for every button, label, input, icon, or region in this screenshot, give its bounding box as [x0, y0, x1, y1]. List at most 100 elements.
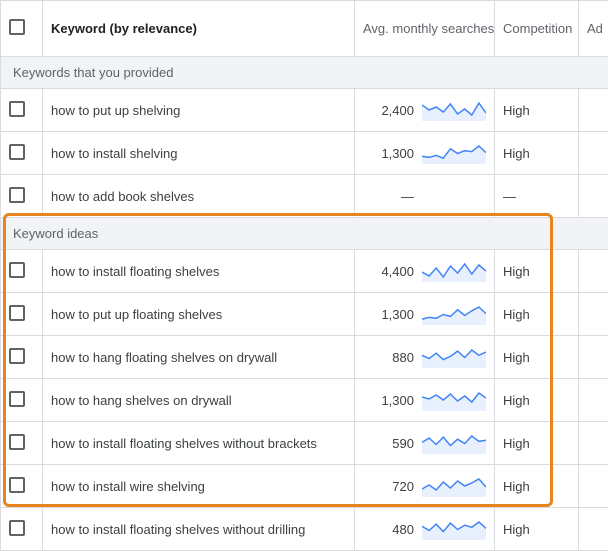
- keyword-cell[interactable]: how to install floating shelves without …: [43, 422, 355, 465]
- competition-cell: High: [495, 465, 579, 508]
- ad-cell: [579, 89, 608, 132]
- searches-cell: 4,400: [355, 250, 495, 293]
- table-row: how to hang floating shelves on drywall 8…: [1, 336, 608, 379]
- ad-cell: [579, 175, 608, 218]
- searches-cell: 2,400: [355, 89, 495, 132]
- search-count: 1,300: [380, 146, 414, 161]
- keyword-table: Keyword (by relevance) Avg. monthly sear…: [0, 0, 608, 551]
- searches-cell: 1,300: [355, 293, 495, 336]
- table-row: how to install shelving 1,300 High: [1, 132, 608, 175]
- row-checkbox-cell[interactable]: [1, 508, 43, 551]
- search-count: 1,300: [380, 393, 414, 408]
- sparkline-icon: [422, 475, 486, 497]
- searches-cell: 1,300: [355, 132, 495, 175]
- row-checkbox-cell[interactable]: [1, 336, 43, 379]
- checkbox-icon[interactable]: [9, 187, 25, 203]
- keyword-cell[interactable]: how to put up floating shelves: [43, 293, 355, 336]
- row-checkbox-cell[interactable]: [1, 422, 43, 465]
- checkbox-icon[interactable]: [9, 434, 25, 450]
- searches-cell: 590: [355, 422, 495, 465]
- ad-cell: [579, 379, 608, 422]
- checkbox-icon[interactable]: [9, 101, 25, 117]
- search-count: 2,400: [380, 103, 414, 118]
- row-checkbox-cell[interactable]: [1, 465, 43, 508]
- checkbox-icon[interactable]: [9, 144, 25, 160]
- table-row: how to install floating shelves without …: [1, 422, 608, 465]
- table-row: how to put up shelving 2,400 High: [1, 89, 608, 132]
- row-checkbox-cell[interactable]: [1, 379, 43, 422]
- keyword-cell[interactable]: how to hang shelves on drywall: [43, 379, 355, 422]
- ad-cell: [579, 132, 608, 175]
- ad-cell: [579, 422, 608, 465]
- section-header: Keywords that you provided: [1, 57, 608, 89]
- searches-cell: 880: [355, 336, 495, 379]
- search-count: 880: [380, 350, 414, 365]
- competition-cell: High: [495, 336, 579, 379]
- searches-cell: 720: [355, 465, 495, 508]
- checkbox-icon[interactable]: [9, 477, 25, 493]
- section-label: Keywords that you provided: [1, 57, 608, 89]
- row-checkbox-cell[interactable]: [1, 175, 43, 218]
- keyword-cell[interactable]: how to put up shelving: [43, 89, 355, 132]
- searches-cell: 1,300: [355, 379, 495, 422]
- table-row: how to install floating shelves without …: [1, 508, 608, 551]
- search-count: 720: [380, 479, 414, 494]
- sparkline-icon: [422, 518, 486, 540]
- competition-cell: High: [495, 293, 579, 336]
- sparkline-icon: [422, 185, 486, 207]
- sparkline-icon: [422, 346, 486, 368]
- competition-cell: High: [495, 89, 579, 132]
- competition-cell: —: [495, 175, 579, 218]
- column-competition[interactable]: Competition: [495, 1, 579, 57]
- search-count: 4,400: [380, 264, 414, 279]
- competition-cell: High: [495, 508, 579, 551]
- row-checkbox-cell[interactable]: [1, 132, 43, 175]
- keyword-cell[interactable]: how to hang floating shelves on drywall: [43, 336, 355, 379]
- keyword-cell[interactable]: how to install floating shelves: [43, 250, 355, 293]
- sparkline-icon: [422, 389, 486, 411]
- sparkline-icon: [422, 432, 486, 454]
- competition-cell: High: [495, 132, 579, 175]
- column-avg-searches[interactable]: Avg. monthly searches: [355, 1, 495, 57]
- searches-cell: —: [355, 175, 495, 218]
- keyword-cell[interactable]: how to install shelving: [43, 132, 355, 175]
- row-checkbox-cell[interactable]: [1, 293, 43, 336]
- checkbox-icon[interactable]: [9, 305, 25, 321]
- sparkline-icon: [422, 260, 486, 282]
- section-header: Keyword ideas: [1, 218, 608, 250]
- checkbox-icon[interactable]: [9, 520, 25, 536]
- table-row: how to put up floating shelves 1,300 High: [1, 293, 608, 336]
- row-checkbox-cell[interactable]: [1, 250, 43, 293]
- keyword-cell[interactable]: how to install floating shelves without …: [43, 508, 355, 551]
- table-header-row: Keyword (by relevance) Avg. monthly sear…: [1, 1, 608, 57]
- keyword-cell[interactable]: how to add book shelves: [43, 175, 355, 218]
- keyword-cell[interactable]: how to install wire shelving: [43, 465, 355, 508]
- search-count: 1,300: [380, 307, 414, 322]
- sparkline-icon: [422, 99, 486, 121]
- search-count: 480: [380, 522, 414, 537]
- competition-cell: High: [495, 250, 579, 293]
- sparkline-icon: [422, 303, 486, 325]
- ad-cell: [579, 336, 608, 379]
- search-count: 590: [380, 436, 414, 451]
- competition-cell: High: [495, 379, 579, 422]
- checkbox-icon[interactable]: [9, 348, 25, 364]
- competition-cell: High: [495, 422, 579, 465]
- checkbox-icon[interactable]: [9, 391, 25, 407]
- ad-cell: [579, 508, 608, 551]
- section-label: Keyword ideas: [1, 218, 608, 250]
- table-row: how to install wire shelving 720 High: [1, 465, 608, 508]
- row-checkbox-cell[interactable]: [1, 89, 43, 132]
- searches-cell: 480: [355, 508, 495, 551]
- select-all-cell[interactable]: [1, 1, 43, 57]
- checkbox-icon[interactable]: [9, 262, 25, 278]
- search-count: —: [380, 189, 414, 204]
- column-ad[interactable]: Ad: [579, 1, 608, 57]
- table-row: how to install floating shelves 4,400 High: [1, 250, 608, 293]
- sparkline-icon: [422, 142, 486, 164]
- table-row: how to add book shelves — —: [1, 175, 608, 218]
- checkbox-icon[interactable]: [9, 19, 25, 35]
- table-row: how to hang shelves on drywall 1,300 High: [1, 379, 608, 422]
- column-keyword[interactable]: Keyword (by relevance): [43, 1, 355, 57]
- ad-cell: [579, 465, 608, 508]
